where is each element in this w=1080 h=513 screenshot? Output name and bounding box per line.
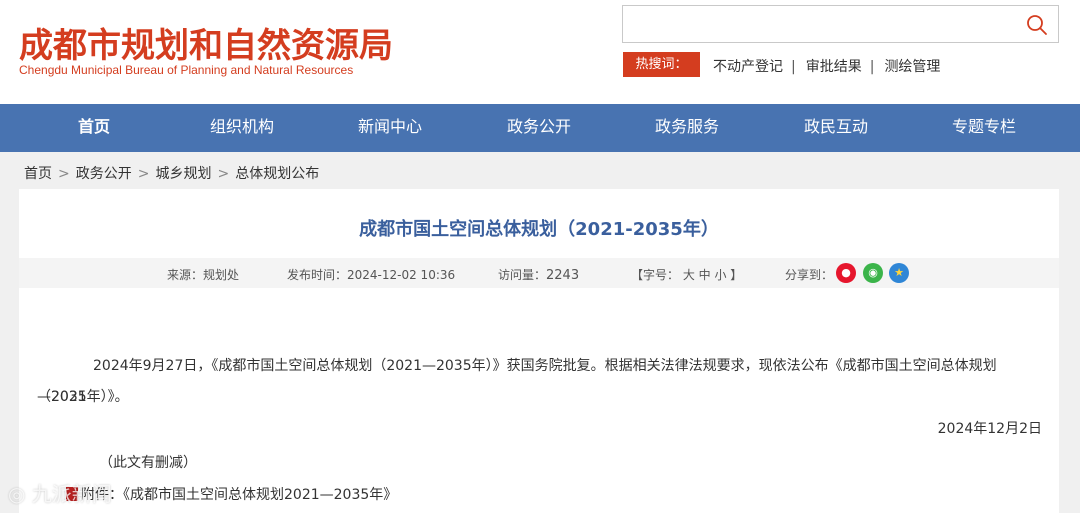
article-visits: 访问量：2243 bbox=[498, 266, 579, 283]
watermark-text: 九派新闻 bbox=[31, 482, 112, 506]
nav-item-gov-services[interactable]: 政务服务 bbox=[627, 104, 747, 152]
site-title[interactable]: 成都市规划和自然资源局 bbox=[19, 18, 393, 67]
main-nav: 首页 组织机构 新闻中心 政务公开 政务服务 政民互动 专题专栏 bbox=[0, 104, 1080, 152]
share-label: 分享到： bbox=[785, 268, 834, 282]
breadcrumb-separator: > bbox=[137, 166, 150, 182]
hot-link-approval[interactable]: 审批结果 bbox=[806, 56, 862, 76]
wechat-icon[interactable]: ◉ bbox=[863, 263, 883, 283]
nav-item-topics[interactable]: 专题专栏 bbox=[924, 104, 1044, 152]
nav-item-interaction[interactable]: 政民互动 bbox=[776, 104, 896, 152]
nav-item-news[interactable]: 新闻中心 bbox=[330, 104, 450, 152]
breadcrumb: 首页 > 政务公开 > 城乡规划 > 总体规划公布 bbox=[24, 163, 319, 183]
article-date: 2024年12月2日 bbox=[937, 421, 1042, 437]
hot-link-separator: | bbox=[791, 59, 796, 75]
hot-search-links: 不动产登记 | 审批结果 | 测绘管理 bbox=[713, 56, 940, 76]
breadcrumb-gov-affairs[interactable]: 政务公开 bbox=[76, 166, 132, 182]
site-subtitle: Chengdu Municipal Bureau of Planning and… bbox=[19, 63, 354, 77]
article-title: 成都市国土空间总体规划（2021-2035年） bbox=[359, 219, 719, 240]
article-meta-bar: 来源：规划处 发布时间：2024-12-02 10:36 访问量：2243 【字… bbox=[19, 258, 1059, 288]
visits-count: 2243 bbox=[546, 268, 580, 283]
font-size-controls[interactable]: 【字号： 大 中 小 】 bbox=[631, 266, 742, 283]
breadcrumb-master-plan[interactable]: 总体规划公布 bbox=[235, 166, 319, 182]
attachment-link[interactable]: 附件：《成都市国土空间总体规划2021—2035年》 bbox=[81, 487, 397, 503]
breadcrumb-urban-planning[interactable]: 城乡规划 bbox=[155, 166, 211, 182]
visits-label: 访问量： bbox=[498, 268, 547, 282]
site-header: 成都市规划和自然资源局 Chengdu Municipal Bureau of … bbox=[0, 0, 1080, 104]
article: 成都市国土空间总体规划（2021-2035年） 来源：规划处 发布时间：2024… bbox=[19, 189, 1059, 513]
nav-item-organization[interactable]: 组织机构 bbox=[182, 104, 302, 152]
article-publish-time: 发布时间：2024-12-02 10:36 bbox=[287, 268, 456, 282]
hot-link-separator: | bbox=[869, 59, 875, 75]
hot-link-real-estate[interactable]: 不动产登记 bbox=[713, 56, 783, 76]
hot-link-surveying[interactable]: 测绘管理 bbox=[884, 56, 940, 76]
weibo-icon[interactable]: ● bbox=[836, 263, 856, 283]
breadcrumb-separator: > bbox=[217, 166, 230, 182]
article-attachment[interactable]: 附件：《成都市国土空间总体规划2021—2035年》 bbox=[66, 484, 397, 504]
qzone-icon[interactable]: ★ bbox=[889, 263, 909, 283]
watermark: ◎ 九派新闻 bbox=[8, 482, 112, 506]
article-source: 来源：规划处 bbox=[167, 268, 240, 282]
breadcrumb-home[interactable]: 首页 bbox=[24, 166, 52, 182]
article-body-line-2: —2035年）》。 bbox=[37, 389, 129, 405]
search-input[interactable] bbox=[631, 12, 1011, 36]
article-note: （此文有删减） bbox=[99, 455, 197, 471]
breadcrumb-separator: > bbox=[58, 166, 70, 182]
hot-search-label: 热搜词： bbox=[623, 52, 700, 77]
nav-item-gov-affairs[interactable]: 政务公开 bbox=[479, 104, 599, 152]
search-box bbox=[622, 5, 1059, 43]
nav-item-home[interactable]: 首页 bbox=[34, 104, 154, 152]
search-icon[interactable] bbox=[1025, 13, 1049, 37]
